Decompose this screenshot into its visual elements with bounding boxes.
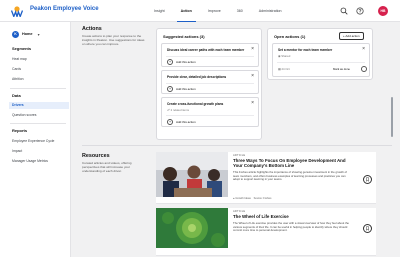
card-title: Provide clear, detailed job descriptions: [167, 75, 227, 79]
resource-type: ARTICLE: [233, 154, 246, 157]
app-title: Peakon Employee Voice: [30, 6, 99, 12]
sidebar-item-impact[interactable]: Impact: [12, 148, 66, 155]
add-this-action-label: Add this action: [176, 60, 196, 64]
sidebar-item-employee-experience-cycle[interactable]: Employee Experience Cycle: [12, 138, 66, 145]
workday-logo-icon: [11, 6, 23, 17]
suggested-action-card[interactable]: Discuss ideal career paths with each tea…: [161, 43, 259, 67]
resource-thumbnail: [156, 208, 228, 248]
sidebar-divider: [10, 123, 66, 124]
plus-icon: +: [167, 86, 173, 92]
card-title: Create cross-functional growth plans: [167, 102, 224, 106]
shared-label: Shared: [281, 54, 291, 58]
help-icon[interactable]: [356, 7, 364, 15]
resources-description: Curated articles and videos, offering pe…: [82, 161, 132, 174]
resource-card[interactable]: ARTICLE The Wheel of Life Exercise The W…: [156, 208, 376, 256]
add-action-label: Add action: [345, 34, 360, 38]
due-date: ▦ 24 Oct: [278, 67, 290, 71]
app-shell: Peakon Employee Voice Insight Action Imp…: [0, 0, 400, 257]
sidebar-item-cards[interactable]: Cards: [12, 66, 66, 73]
due-date-label: 24 Oct: [281, 67, 290, 71]
mark-as-done-button[interactable]: Mark as done: [333, 67, 350, 71]
nav-insight[interactable]: Insight: [150, 0, 169, 22]
close-icon[interactable]: ×: [362, 46, 365, 52]
resource-source: Source: Forbes: [253, 197, 272, 200]
open-action-card[interactable]: Set a mentor for each team member × ◉ Sh…: [272, 43, 370, 77]
user-avatar[interactable]: HB: [378, 6, 388, 16]
home-selector[interactable]: K Home ▾: [12, 30, 62, 38]
resource-meta: ● Growth Ideas Source: Forbes: [233, 197, 271, 200]
suggested-action-card[interactable]: Provide clear, detailed job descriptions…: [161, 70, 259, 94]
card-divider: [277, 62, 365, 63]
add-this-action-button[interactable]: + Add this action: [167, 86, 196, 92]
add-this-action-button[interactable]: + Add this action: [167, 119, 196, 125]
add-this-action-label: Add this action: [176, 87, 196, 91]
actions-title: Actions: [82, 26, 102, 32]
link-icon: ☍: [167, 108, 170, 112]
resource-body: This Forbes article highlights the impor…: [233, 170, 347, 182]
sidebar-section-data: Data: [12, 93, 21, 98]
nav-improve[interactable]: Improve: [204, 0, 225, 22]
main-nav: Insight Action Improve 360 Administratio…: [150, 0, 286, 22]
plus-icon: +: [167, 119, 173, 125]
sidebar-item-heat-map[interactable]: Heat map: [12, 56, 66, 63]
home-label: Home: [22, 32, 33, 36]
section-divider: [82, 145, 392, 146]
card-meta: ◉ Shared: [278, 54, 290, 58]
suggested-action-card[interactable]: Create cross-functional growth plans × ☍…: [161, 97, 259, 127]
sidebar-section-reports: Reports: [12, 128, 28, 133]
related-items-label: 2 related items: [170, 108, 189, 112]
sidebar-section-segments: Segments: [12, 46, 32, 51]
add-action-button[interactable]: + Add action: [339, 32, 364, 40]
check-circle-icon[interactable]: [361, 66, 367, 72]
close-icon[interactable]: ×: [251, 46, 254, 52]
top-bar: Peakon Employee Voice Insight Action Imp…: [0, 0, 400, 22]
home-badge: K: [12, 30, 19, 38]
resource-title[interactable]: Three Ways To Focus On Employee Developm…: [233, 158, 353, 169]
card-meta: ☍ 2 related items: [167, 108, 189, 112]
add-this-action-label: Add this action: [176, 120, 196, 124]
bookmark-icon[interactable]: [363, 175, 372, 184]
resource-title[interactable]: The Wheel of Life Exercise: [233, 214, 353, 219]
actions-description: Create actions to plan your response to …: [82, 34, 145, 47]
chevron-down-icon: ▾: [37, 31, 40, 37]
add-this-action-button[interactable]: + Add this action: [167, 59, 196, 65]
close-icon[interactable]: ×: [251, 73, 254, 79]
sidebar-item-manager-usage-metrics[interactable]: Manager Usage Metrics: [12, 158, 66, 165]
suggested-actions-panel: Suggested actions (3) Discuss ideal care…: [156, 28, 262, 140]
search-icon[interactable]: [340, 7, 348, 15]
nav-action[interactable]: Action: [176, 0, 196, 22]
resource-tag: Growth Ideas: [235, 197, 251, 200]
card-divider: [166, 83, 254, 84]
resource-card[interactable]: ARTICLE Three Ways To Focus On Employee …: [156, 152, 376, 204]
sidebar-item-attrition[interactable]: Attrition: [12, 76, 66, 83]
plus-icon: +: [167, 59, 173, 65]
sidebar-item-question-scores[interactable]: Question scores: [12, 112, 66, 119]
card-divider: [166, 115, 254, 116]
suggested-actions-header: Suggested actions (3): [163, 34, 205, 39]
bookmark-icon[interactable]: [363, 224, 372, 233]
open-actions-panel: Open actions (1) + Add action Set a ment…: [267, 28, 373, 80]
resources-title: Resources: [82, 153, 110, 159]
card-title: Set a mentor for each team member: [278, 48, 333, 52]
card-title: Discuss ideal career paths with each tea…: [167, 48, 245, 52]
resource-body: The Wheel of Life exercise provides the …: [233, 221, 349, 233]
sidebar: K Home ▾ Segments Heat map Cards Attriti…: [0, 22, 71, 257]
card-divider: [166, 56, 254, 57]
nav-administration[interactable]: Administration: [255, 0, 286, 22]
page-scrollbar[interactable]: [391, 97, 393, 137]
mark-as-done-label: Mark as done: [333, 67, 350, 71]
sidebar-item-drivers[interactable]: Drivers: [9, 102, 69, 109]
nav-360[interactable]: 360: [233, 0, 247, 22]
resource-thumbnail: [156, 152, 228, 197]
open-actions-header: Open actions (1): [274, 34, 306, 39]
close-icon[interactable]: ×: [251, 100, 254, 106]
resource-type: ARTICLE: [233, 210, 246, 213]
sidebar-divider: [10, 88, 66, 89]
